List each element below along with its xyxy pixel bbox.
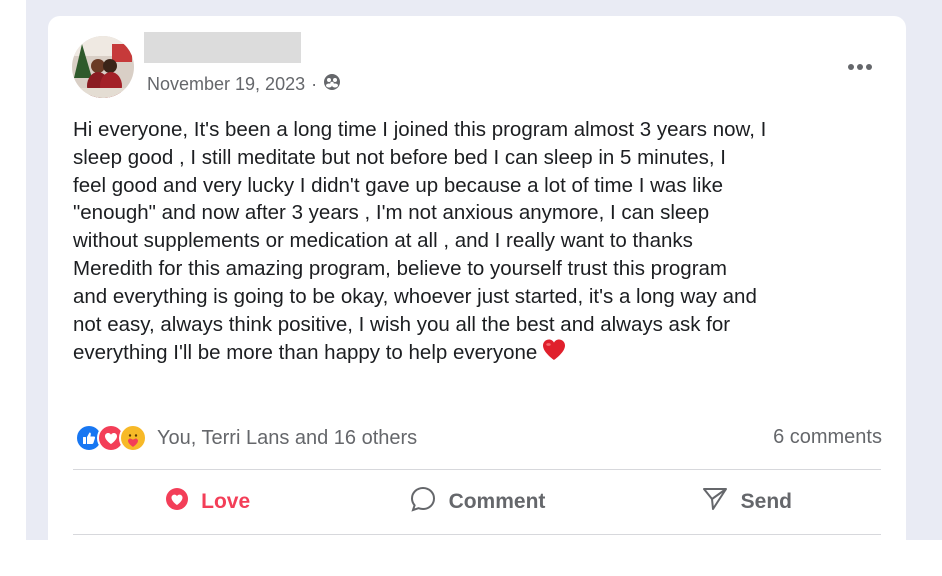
send-button-label: Send (740, 490, 792, 513)
comment-button[interactable]: Comment (342, 472, 611, 532)
send-icon (701, 485, 729, 519)
comments-count[interactable]: 6 comments (773, 426, 882, 449)
red-heart-icon (541, 338, 567, 370)
love-button[interactable]: Love (73, 472, 342, 532)
send-button[interactable]: Send (612, 472, 881, 532)
meta-separator: · (311, 73, 318, 94)
post-body-text: Hi everyone, It's been a long time I joi… (73, 118, 767, 365)
group-audience-icon (323, 73, 341, 96)
reaction-icons (75, 424, 147, 452)
more-options-icon[interactable] (840, 52, 880, 82)
post-card: November 19, 2023 · Hi everyone, It's be… (48, 16, 906, 576)
love-reaction-icon (165, 487, 189, 517)
post-actions: Love Comment Send (73, 472, 881, 532)
avatar[interactable] (72, 36, 134, 98)
care-icon (119, 424, 147, 452)
divider-top (73, 469, 881, 470)
author-name-redacted[interactable] (144, 32, 301, 63)
love-button-label: Love (201, 490, 251, 513)
post-date[interactable]: November 19, 2023 (147, 74, 305, 95)
reactions-text: You, Terri Lans and 16 others (157, 426, 418, 449)
reactions-summary[interactable]: You, Terri Lans and 16 others (75, 424, 417, 452)
comment-button-label: Comment (448, 490, 546, 513)
comment-icon (409, 485, 437, 519)
post-body: Hi everyone, It's been a long time I joi… (73, 116, 893, 370)
divider-bottom (73, 534, 881, 535)
post-meta: November 19, 2023 · (147, 72, 341, 96)
